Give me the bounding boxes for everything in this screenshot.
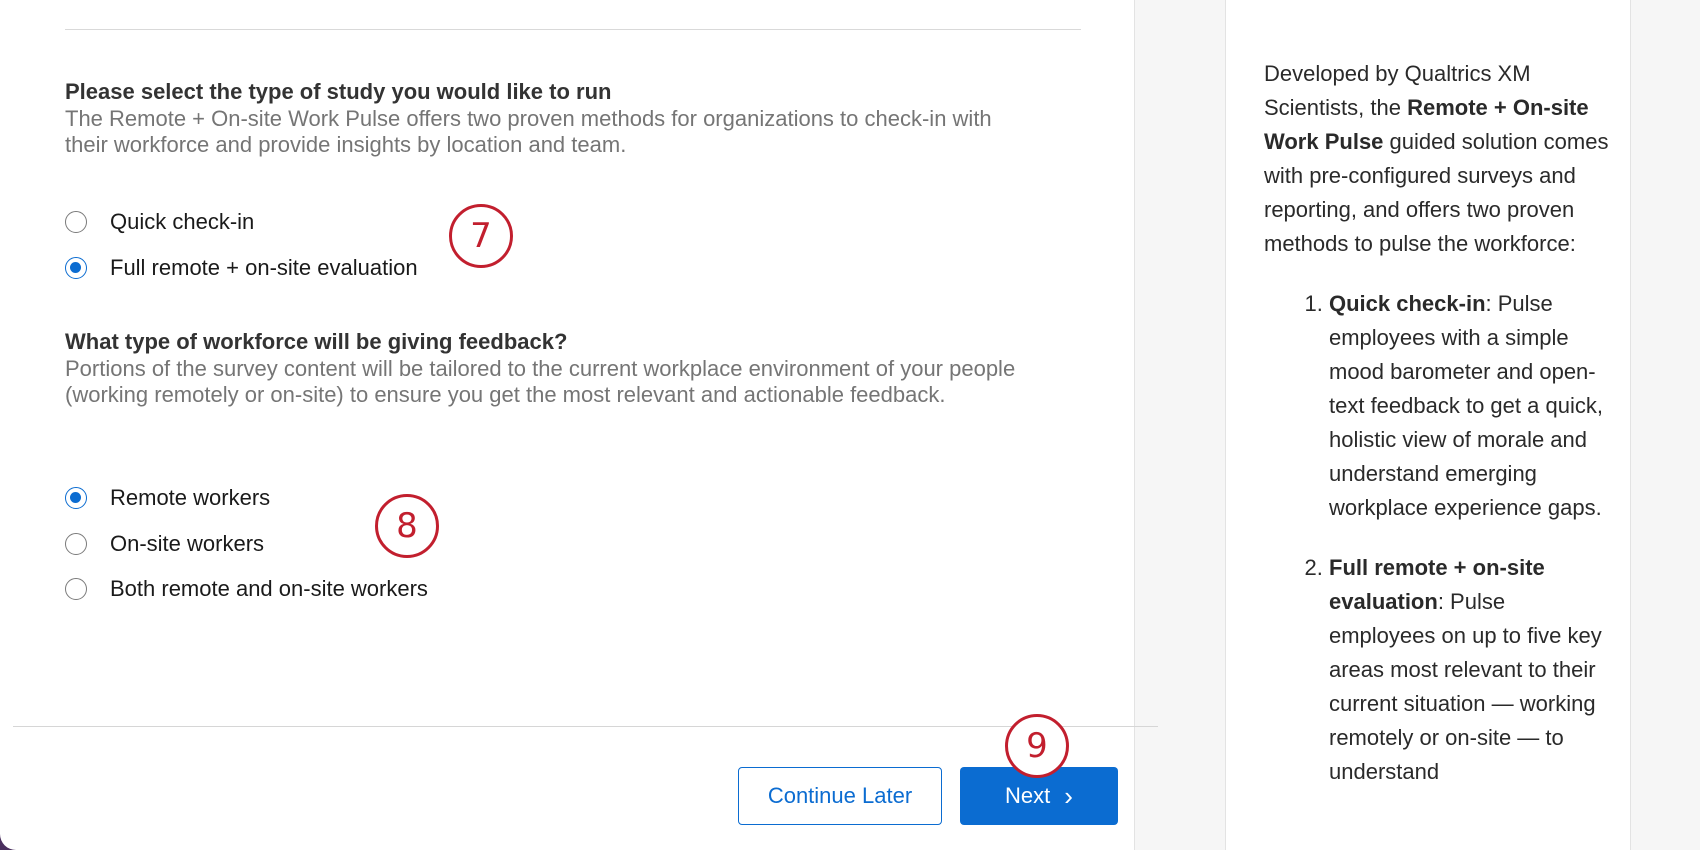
radio-full-evaluation[interactable]: Full remote + on-site evaluation [65,253,418,283]
radio-label: On-site workers [110,531,265,556]
setup-panel: Please select the type of study you woul… [0,0,1135,850]
method-title: Quick check-in [1329,291,1486,316]
info-panel: Developed by Qualtrics XM Scientists, th… [1225,0,1631,850]
radio-both-workers[interactable]: Both remote and on-site workers [65,574,428,604]
workforce-title: What type of workforce will be giving fe… [65,329,568,354]
radio-remote-workers[interactable]: Remote workers [65,483,270,513]
radio-quick-check-in[interactable]: Quick check-in [65,207,254,237]
info-intro: Developed by Qualtrics XM Scientists, th… [1264,57,1609,261]
radio-label: Both remote and on-site workers [110,576,428,601]
footer-divider [13,726,1158,727]
top-divider [65,29,1081,30]
radio-button[interactable] [65,578,87,600]
radio-button-selected[interactable] [65,487,87,509]
radio-button[interactable] [65,533,87,555]
radio-label: Quick check-in [110,209,255,234]
method-item-quick: Quick check-in: Pulse employees with a s… [1329,287,1609,525]
callout-9: 9 [1005,714,1069,778]
continue-later-button[interactable]: Continue Later [738,767,942,825]
method-item-full: Full remote + on-site evaluation: Pulse … [1329,551,1609,789]
next-label: Next [1005,783,1051,808]
study-type-title: Please select the type of study you woul… [65,79,612,104]
callout-8: 8 [375,494,439,558]
chevron-right-icon: › [1064,781,1073,811]
method-description: : Pulse employees on up to five key area… [1329,589,1602,784]
radio-on-site-workers[interactable]: On-site workers [65,529,264,559]
radio-button-selected[interactable] [65,257,87,279]
radio-label: Full remote + on-site evaluation [110,255,418,280]
study-type-description: The Remote + On-site Work Pulse offers t… [65,106,992,157]
callout-7: 7 [449,204,513,268]
workforce-description: Portions of the survey content will be t… [65,356,1016,407]
radio-button[interactable] [65,211,87,233]
info-content: Developed by Qualtrics XM Scientists, th… [1264,57,1609,815]
radio-label: Remote workers [110,485,271,510]
method-description: : Pulse employees with a simple mood bar… [1329,291,1603,520]
methods-list: Quick check-in: Pulse employees with a s… [1264,287,1609,789]
study-type-section: Please select the type of study you woul… [65,78,1025,158]
continue-later-label: Continue Later [767,783,913,808]
workforce-section: What type of workforce will be giving fe… [65,328,1025,408]
